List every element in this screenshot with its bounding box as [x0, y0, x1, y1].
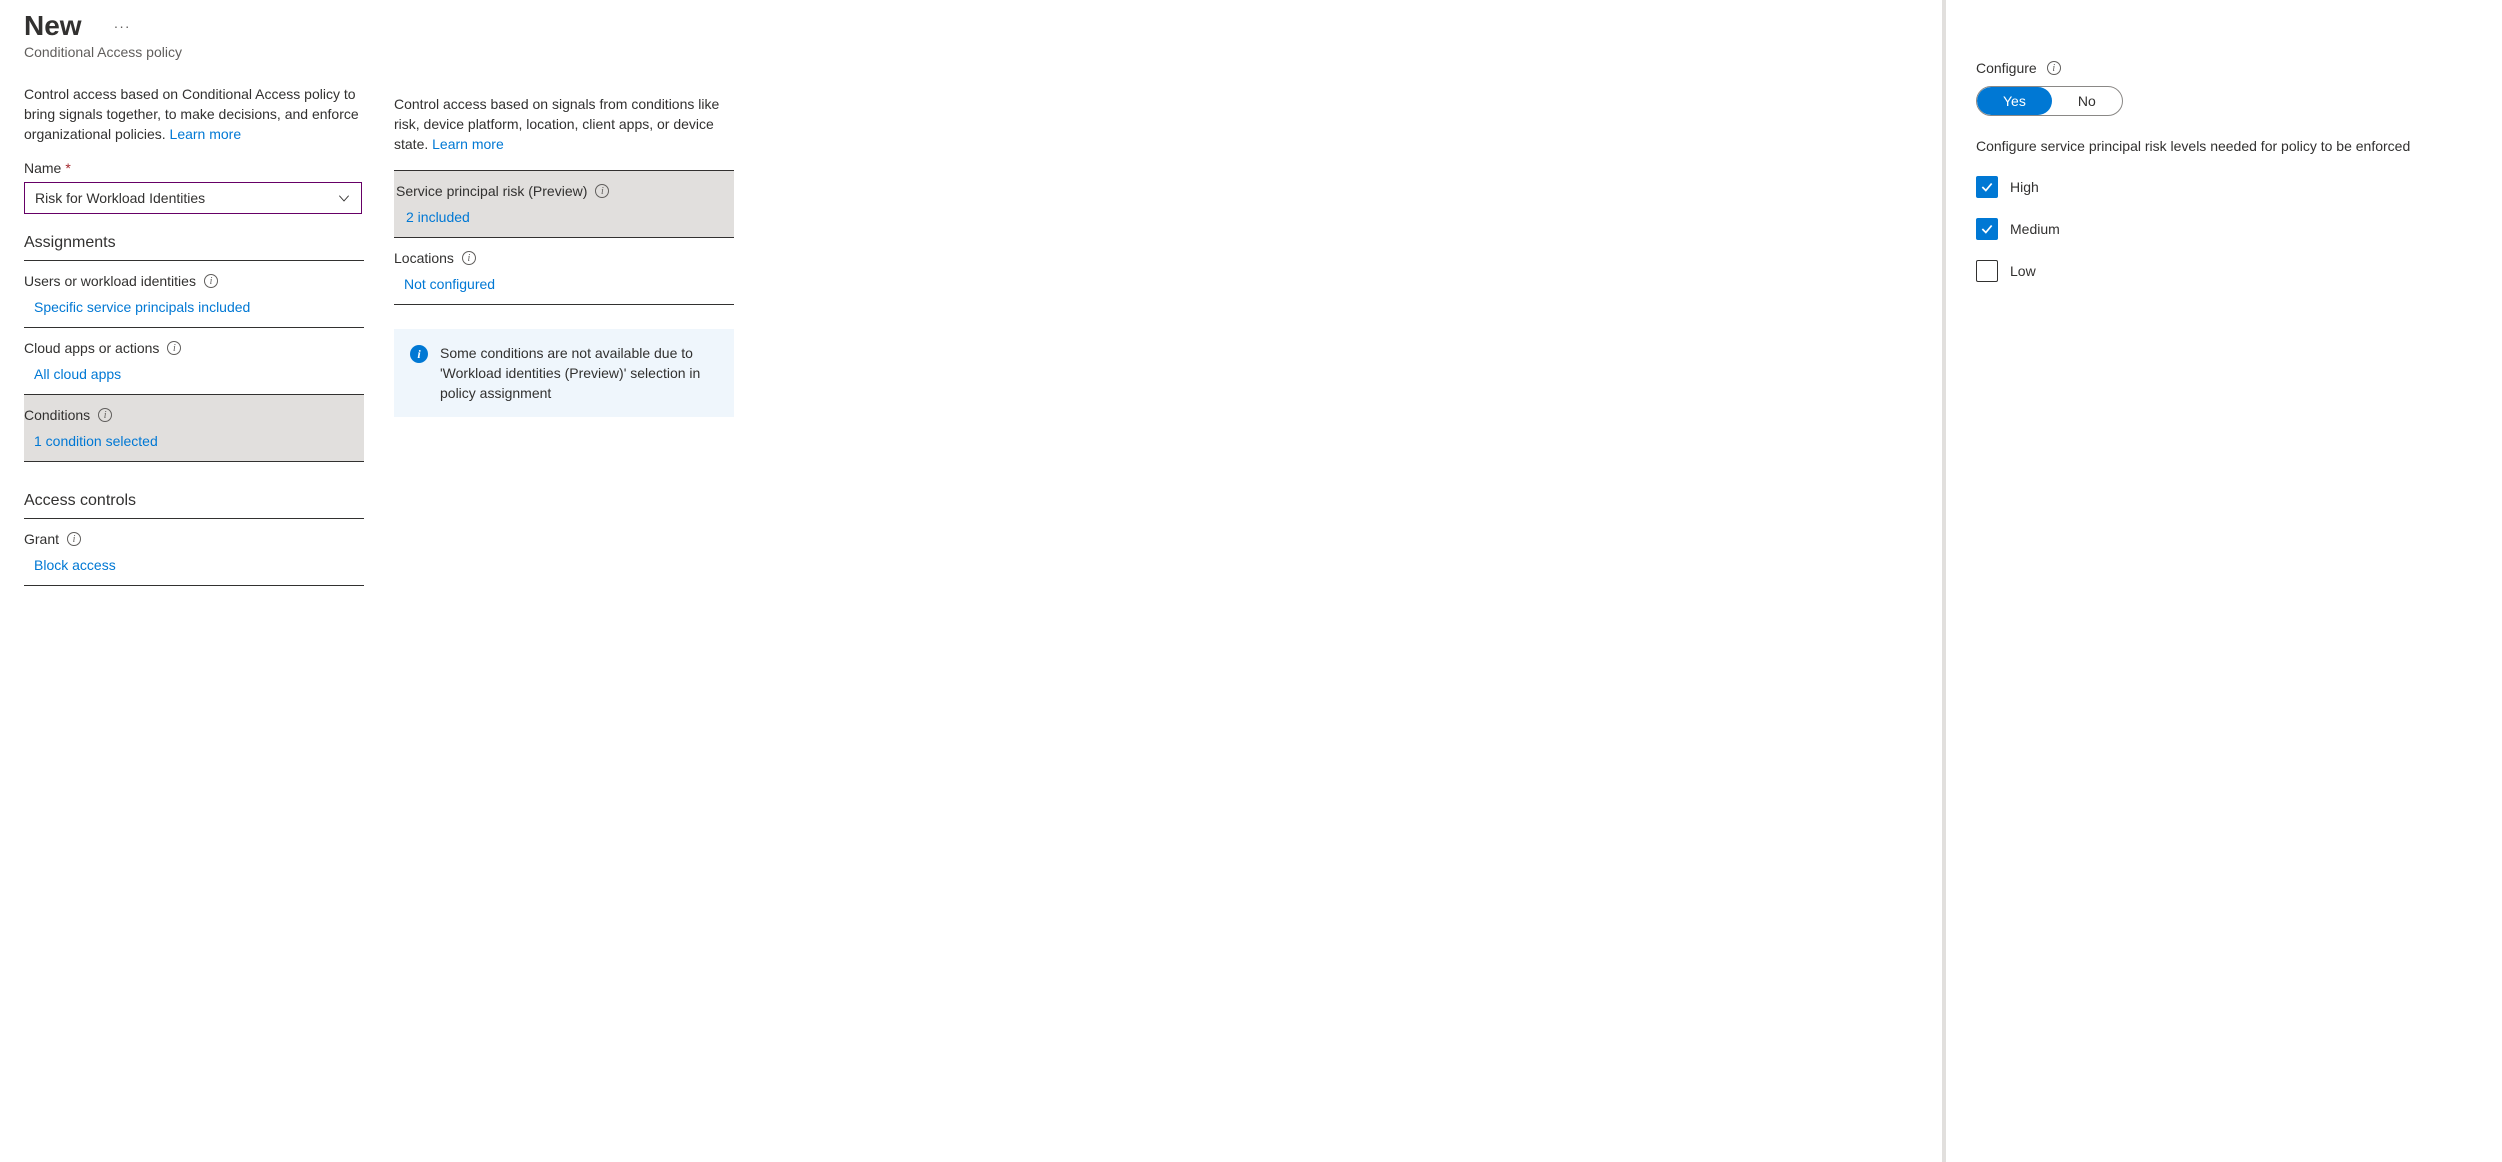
configure-toggle[interactable]: Yes No: [1976, 86, 2123, 116]
cloud-apps-label: Cloud apps or actions: [24, 340, 159, 356]
name-dropdown-value: Risk for Workload Identities: [35, 190, 205, 206]
users-value-link[interactable]: Specific service principals included: [24, 293, 364, 327]
learn-more-link-conditions[interactable]: Learn more: [432, 136, 504, 152]
info-icon[interactable]: i: [67, 532, 81, 546]
info-icon[interactable]: i: [595, 184, 609, 198]
service-principal-risk-item[interactable]: Service principal risk (Preview) i 2 inc…: [394, 170, 734, 238]
locations-item[interactable]: Locations i Not configured: [394, 238, 734, 305]
more-options-button[interactable]: ···: [108, 18, 137, 34]
conditions-value-link[interactable]: 1 condition selected: [24, 427, 364, 461]
right-config-panel: Configure i Yes No Configure service pri…: [1942, 0, 2502, 1162]
risk-high-checkbox[interactable]: [1976, 176, 1998, 198]
sprisk-value-link[interactable]: 2 included: [394, 203, 734, 237]
conditions-description: Control access based on signals from con…: [394, 94, 734, 154]
conditions-label: Conditions: [24, 407, 90, 423]
risk-low-checkbox[interactable]: [1976, 260, 1998, 282]
info-icon[interactable]: i: [2047, 61, 2061, 75]
info-icon[interactable]: i: [204, 274, 218, 288]
locations-value-link[interactable]: Not configured: [394, 270, 734, 304]
users-workload-identities-item[interactable]: Users or workload identities i Specific …: [24, 261, 364, 328]
policy-description: Control access based on Conditional Acce…: [24, 84, 364, 144]
configure-description: Configure service principal risk levels …: [1976, 136, 2472, 156]
learn-more-link[interactable]: Learn more: [170, 126, 242, 142]
name-dropdown[interactable]: Risk for Workload Identities: [24, 182, 362, 214]
chevron-down-icon: [337, 191, 351, 205]
users-label: Users or workload identities: [24, 273, 196, 289]
risk-medium-checkbox[interactable]: [1976, 218, 1998, 240]
grant-label: Grant: [24, 531, 59, 547]
risk-high-label: High: [2010, 179, 2039, 195]
risk-medium-checkbox-row[interactable]: Medium: [1976, 218, 2472, 240]
cloud-apps-item[interactable]: Cloud apps or actions i All cloud apps: [24, 328, 364, 395]
sprisk-label: Service principal risk (Preview): [396, 183, 587, 199]
info-icon[interactable]: i: [167, 341, 181, 355]
info-badge-icon: i: [410, 345, 428, 363]
page-title: New: [24, 10, 82, 42]
name-label-text: Name: [24, 160, 61, 176]
conditions-item[interactable]: Conditions i 1 condition selected: [24, 395, 364, 462]
locations-label: Locations: [394, 250, 454, 266]
risk-low-label: Low: [2010, 263, 2036, 279]
info-message-box: i Some conditions are not available due …: [394, 329, 734, 417]
risk-medium-label: Medium: [2010, 221, 2060, 237]
info-icon[interactable]: i: [462, 251, 476, 265]
risk-low-checkbox-row[interactable]: Low: [1976, 260, 2472, 282]
configure-toggle-no[interactable]: No: [2052, 87, 2122, 115]
cloud-apps-value-link[interactable]: All cloud apps: [24, 360, 364, 394]
grant-item[interactable]: Grant i Block access: [24, 519, 364, 586]
assignments-section-title: Assignments: [24, 234, 364, 261]
configure-label: Configure: [1976, 60, 2037, 76]
configure-toggle-yes[interactable]: Yes: [1977, 87, 2052, 115]
risk-high-checkbox-row[interactable]: High: [1976, 176, 2472, 198]
name-field-label: Name *: [24, 160, 364, 176]
access-controls-section-title: Access controls: [24, 492, 364, 519]
info-message-text: Some conditions are not available due to…: [440, 343, 718, 403]
page-subtitle: Conditional Access policy: [24, 44, 364, 60]
grant-value-link[interactable]: Block access: [24, 551, 364, 585]
info-icon[interactable]: i: [98, 408, 112, 422]
required-asterisk: *: [65, 160, 70, 176]
